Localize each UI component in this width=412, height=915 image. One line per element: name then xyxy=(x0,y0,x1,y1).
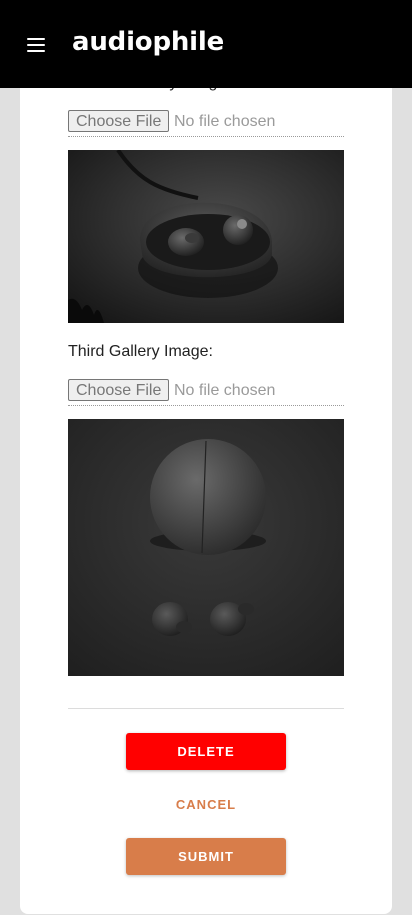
cancel-button[interactable]: CANCEL xyxy=(126,788,286,820)
choose-file-button[interactable]: Choose File xyxy=(68,379,170,401)
third-gallery-image xyxy=(68,419,344,676)
file-status-text: No file chosen xyxy=(174,382,276,399)
divider xyxy=(68,708,344,709)
third-gallery-label: Third Gallery Image: xyxy=(68,343,213,360)
third-gallery-file-input[interactable]: Choose File No file chosen xyxy=(68,379,344,406)
hamburger-menu-icon[interactable] xyxy=(27,38,45,52)
delete-button[interactable]: DELETE xyxy=(126,733,286,770)
file-status-text: No file chosen xyxy=(174,113,276,130)
app-header: audiophile xyxy=(0,0,412,88)
choose-file-button[interactable]: Choose File xyxy=(68,110,170,132)
submit-button[interactable]: SUBMIT xyxy=(126,838,286,875)
brand-logo[interactable]: audiophile xyxy=(72,27,224,57)
second-gallery-image xyxy=(68,150,344,323)
second-gallery-file-input[interactable]: Choose File No file chosen xyxy=(68,110,344,137)
